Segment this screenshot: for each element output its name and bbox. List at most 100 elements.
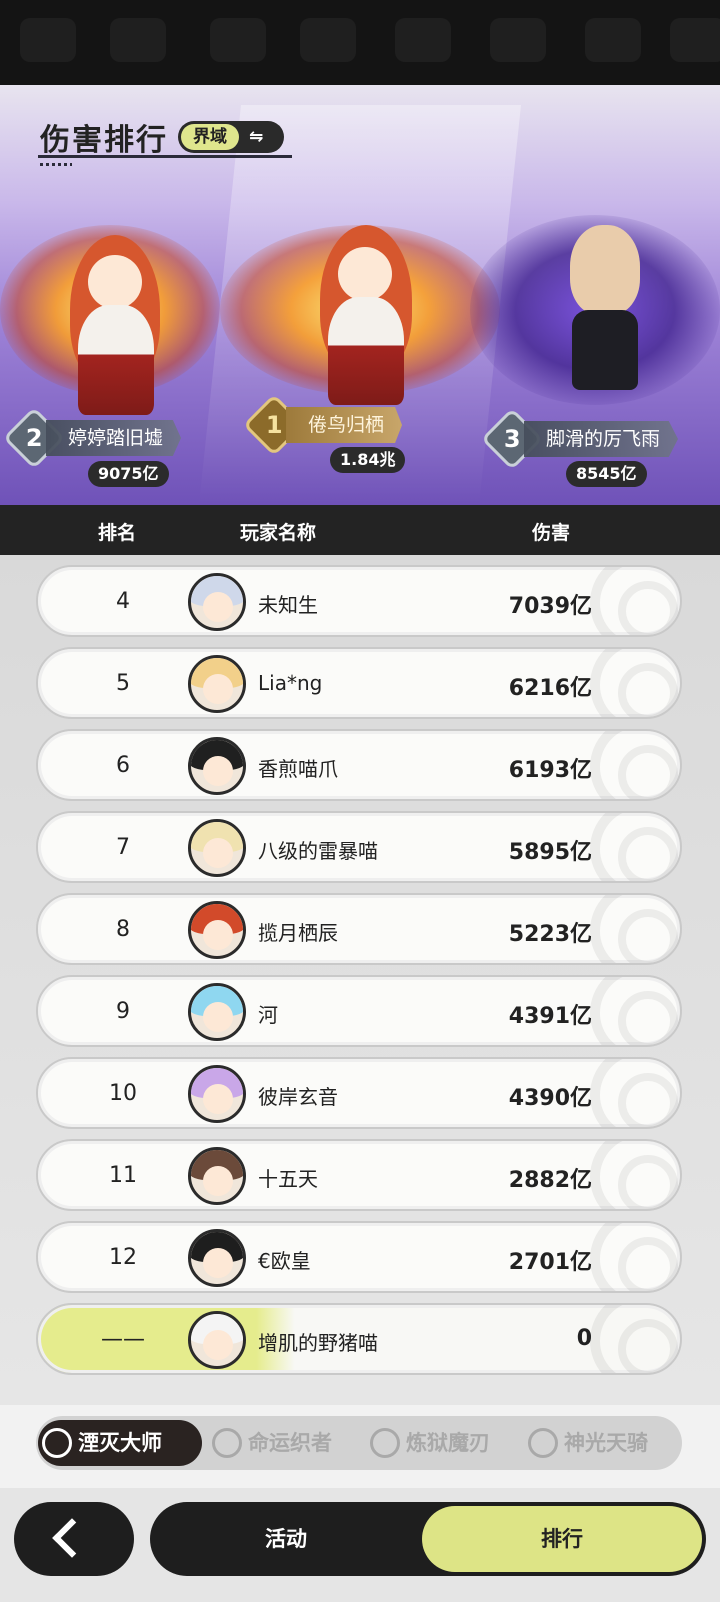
row-player-name: 未知生 — [258, 593, 318, 617]
row-damage: 6193亿 — [508, 758, 592, 783]
podium-plaque-3[interactable]: 3 脚滑的厉飞雨 — [480, 407, 679, 471]
back-button[interactable] — [14, 1502, 134, 1576]
row-damage: 6216亿 — [508, 676, 592, 701]
activity-button[interactable]: 活动 — [150, 1502, 422, 1576]
emblem-icon — [590, 895, 680, 963]
row-rank: 4 — [116, 589, 130, 614]
row-rank: 8 — [116, 917, 130, 942]
top-decor-bar — [0, 0, 720, 85]
podium-banner: 伤害排行 界域 ⇋ 2 婷婷踏旧墟 9075亿 1 倦鸟归栖 1.84兆 3 脚… — [0, 85, 720, 505]
character-rank-2 — [0, 185, 220, 425]
row-rank: —— — [101, 1327, 145, 1352]
title-dots — [40, 163, 72, 166]
row-damage: 5223亿 — [508, 922, 592, 947]
table-row[interactable]: 9 河 4391亿 — [36, 975, 682, 1047]
table-header: 排名 玩家名称 伤害 — [0, 505, 720, 555]
row-rank: 7 — [116, 835, 130, 860]
row-player-name: Lia*ng — [258, 671, 323, 695]
tab-class-3[interactable]: 炼狱魔刃 — [366, 1420, 490, 1466]
emblem-icon — [528, 1428, 558, 1458]
decor-icon — [300, 18, 356, 62]
row-damage: 4391亿 — [508, 1004, 592, 1029]
ranking-list[interactable]: 4 未知生 7039亿 5 Lia*ng 6216亿 6 香煎喵爪 6193亿 7 八级的雷暴喵 58… — [0, 555, 720, 1405]
bottom-nav: 活动 排行 — [150, 1502, 706, 1576]
decor-icon — [395, 18, 451, 62]
emblem-icon — [590, 813, 680, 881]
podium-score: 9075亿 — [88, 461, 169, 487]
podium-score: 1.84兆 — [330, 447, 406, 473]
title-underline — [38, 155, 292, 158]
table-row[interactable]: 8 揽月栖辰 5223亿 — [36, 893, 682, 965]
avatar[interactable] — [188, 819, 246, 877]
row-damage: 0 — [576, 1326, 592, 1351]
row-damage: 2882亿 — [508, 1168, 592, 1193]
avatar[interactable] — [188, 1229, 246, 1287]
podium-player-name: 倦鸟归栖 — [286, 407, 403, 443]
row-player-name: 揽月栖辰 — [258, 921, 338, 945]
podium-score: 8545亿 — [566, 461, 647, 487]
tab-class-4[interactable]: 神光天骑 — [524, 1420, 648, 1466]
podium-plaque-1[interactable]: 1 倦鸟归栖 — [242, 393, 403, 457]
self-row[interactable]: —— 增肌的野猪喵 0 — [36, 1303, 682, 1375]
ranking-button[interactable]: 排行 — [422, 1506, 702, 1572]
avatar[interactable] — [188, 1065, 246, 1123]
column-rank: 排名 — [98, 522, 137, 544]
emblem-icon — [590, 649, 680, 717]
row-player-name: €欧皇 — [258, 1249, 311, 1273]
emblem-icon — [590, 731, 680, 799]
emblem-icon — [370, 1428, 400, 1458]
table-row[interactable]: 6 香煎喵爪 6193亿 — [36, 729, 682, 801]
avatar[interactable] — [188, 901, 246, 959]
table-row[interactable]: 12 €欧皇 2701亿 — [36, 1221, 682, 1293]
avatar[interactable] — [188, 655, 246, 713]
row-rank: 10 — [109, 1081, 137, 1106]
screen: 伤害排行 界域 ⇋ 2 婷婷踏旧墟 9075亿 1 倦鸟归栖 1.84兆 3 脚… — [0, 0, 720, 1602]
chevron-left-icon — [52, 1518, 92, 1558]
decor-icon — [110, 18, 166, 62]
avatar[interactable] — [188, 1147, 246, 1205]
row-rank: 11 — [109, 1163, 137, 1188]
row-player-name: 河 — [258, 1003, 278, 1027]
row-damage: 4390亿 — [508, 1086, 592, 1111]
podium-plaque-2[interactable]: 2 婷婷踏旧墟 — [2, 406, 182, 470]
decor-icon — [210, 18, 266, 62]
avatar[interactable] — [188, 983, 246, 1041]
row-damage: 7039亿 — [508, 594, 592, 619]
avatar[interactable] — [188, 737, 246, 795]
emblem-icon — [590, 567, 680, 635]
row-damage: 5895亿 — [508, 840, 592, 865]
realm-label: 界域 — [181, 124, 239, 150]
emblem-icon — [590, 1141, 680, 1209]
avatar[interactable] — [188, 1311, 246, 1369]
emblem-icon — [590, 1223, 680, 1291]
character-rank-3 — [470, 185, 720, 425]
table-row[interactable]: 7 八级的雷暴喵 5895亿 — [36, 811, 682, 883]
table-row[interactable]: 4 未知生 7039亿 — [36, 565, 682, 637]
decor-icon — [585, 18, 641, 62]
row-player-name: 增肌的野猪喵 — [258, 1331, 378, 1355]
realm-switch-button[interactable]: 界域 ⇋ — [178, 121, 284, 153]
emblem-icon — [590, 1305, 680, 1373]
row-player-name: 十五天 — [258, 1167, 318, 1191]
class-tabs: 湮灭大师 命运织者 炼狱魔刃 神光天骑 — [36, 1416, 682, 1470]
column-player: 玩家名称 — [240, 522, 317, 544]
tab-class-1[interactable]: 湮灭大师 — [38, 1420, 202, 1466]
row-player-name: 八级的雷暴喵 — [258, 839, 378, 863]
emblem-icon — [590, 1059, 680, 1127]
podium-player-name: 婷婷踏旧墟 — [46, 420, 182, 456]
table-row[interactable]: 5 Lia*ng 6216亿 — [36, 647, 682, 719]
table-row[interactable]: 10 彼岸玄音 4390亿 — [36, 1057, 682, 1129]
bottom-bar: 活动 排行 — [0, 1488, 720, 1602]
decor-icon — [670, 18, 720, 62]
row-rank: 6 — [116, 753, 130, 778]
emblem-icon — [212, 1428, 242, 1458]
row-rank: 9 — [116, 999, 130, 1024]
tab-class-2[interactable]: 命运织者 — [208, 1420, 332, 1466]
table-row[interactable]: 11 十五天 2882亿 — [36, 1139, 682, 1211]
emblem-icon — [42, 1428, 72, 1458]
row-rank: 12 — [109, 1245, 137, 1270]
column-damage: 伤害 — [532, 522, 571, 544]
row-player-name: 彼岸玄音 — [258, 1085, 338, 1109]
avatar[interactable] — [188, 573, 246, 631]
row-player-name: 香煎喵爪 — [258, 757, 338, 781]
